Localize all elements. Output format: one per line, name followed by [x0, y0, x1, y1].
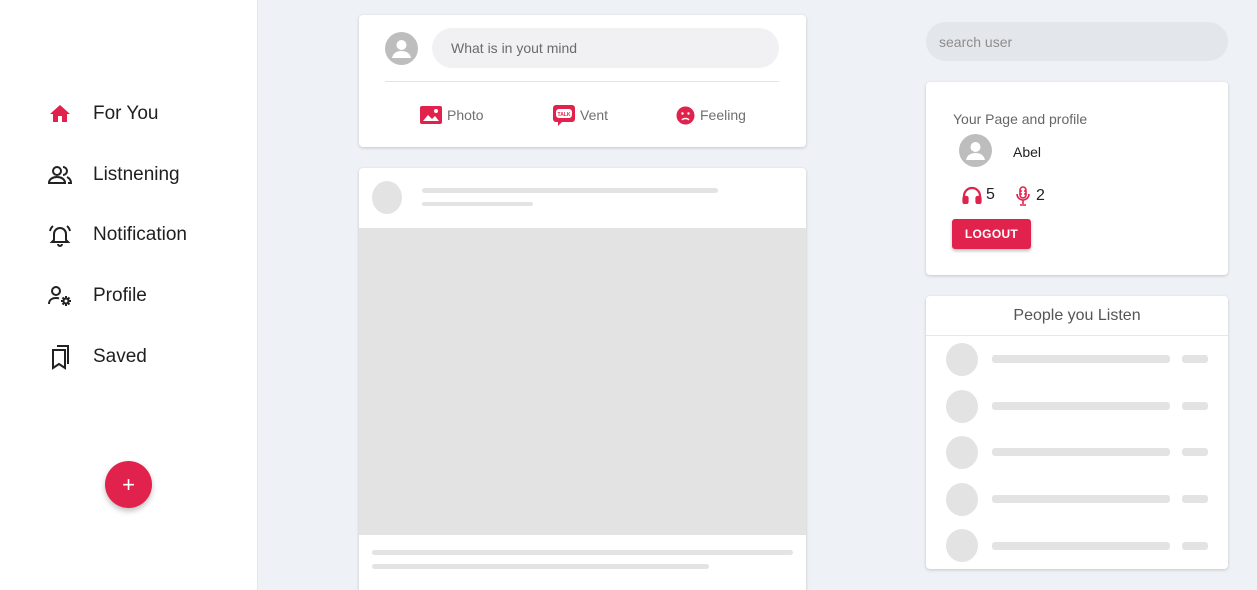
- profile-card: Your Page and profile Abel 5 2 LOGOUT: [926, 82, 1228, 275]
- skeleton-avatar: [372, 181, 402, 214]
- person-icon: [966, 142, 985, 160]
- post-input[interactable]: [432, 28, 779, 68]
- mic-stat: 2: [1014, 186, 1045, 206]
- skeleton-media: [359, 228, 806, 535]
- vent-button[interactable]: TALK Vent: [553, 104, 608, 126]
- sidebar-item-label: Notification: [93, 224, 187, 245]
- vent-label: Vent: [580, 107, 609, 123]
- feeling-button[interactable]: Feeling: [676, 104, 746, 126]
- skeleton-line: [992, 495, 1170, 503]
- bookmarks-icon: [46, 343, 74, 371]
- skeleton-line: [1182, 402, 1208, 410]
- skeleton-line: [992, 448, 1170, 456]
- skeleton-line: [1182, 355, 1208, 363]
- avatar[interactable]: [959, 134, 992, 167]
- sidebar-item-notification[interactable]: Notification: [46, 215, 187, 255]
- profile-name[interactable]: Abel: [1013, 144, 1041, 160]
- mic-count: 2: [1036, 187, 1045, 204]
- skeleton-line: [372, 550, 793, 555]
- talk-bubble-icon: TALK: [553, 104, 575, 126]
- feeling-label: Feeling: [700, 107, 746, 123]
- skeleton-line: [372, 564, 709, 569]
- microphone-icon: [1014, 186, 1032, 206]
- people-you-listen-title: People you Listen: [926, 296, 1228, 336]
- bell-icon: [46, 221, 74, 249]
- svg-text:TALK: TALK: [558, 112, 571, 118]
- person-gear-icon: [46, 282, 74, 310]
- search-user-input[interactable]: [926, 22, 1228, 61]
- skeleton-line: [992, 542, 1170, 550]
- sidebar-item-label: Profile: [93, 285, 147, 306]
- skeleton-avatar: [946, 483, 978, 516]
- headphones-icon: [962, 186, 982, 204]
- sidebar-item-for-you[interactable]: For You: [46, 94, 159, 134]
- listeners-stat: 5: [962, 186, 995, 204]
- person-icon: [392, 40, 411, 58]
- divider: [385, 81, 779, 82]
- sidebar-item-label: Listnening: [93, 164, 180, 185]
- skeleton-line: [1182, 495, 1208, 503]
- skeleton-line: [1182, 448, 1208, 456]
- post-loading-skeleton: [359, 168, 806, 590]
- sidebar-item-label: For You: [93, 103, 159, 124]
- skeleton-avatar: [946, 343, 978, 376]
- sidebar-item-profile[interactable]: Profile: [46, 276, 147, 316]
- people-you-listen-card: People you Listen: [926, 296, 1228, 569]
- skeleton-avatar: [946, 390, 978, 423]
- image-icon: [420, 106, 442, 124]
- skeleton-avatar: [946, 529, 978, 562]
- post-composer: Photo TALK Vent Feeling: [359, 15, 806, 147]
- sidebar-item-listnening[interactable]: Listnening: [46, 155, 180, 195]
- listeners-count: 5: [986, 186, 995, 203]
- create-post-button[interactable]: +: [105, 461, 152, 508]
- sidebar-item-label: Saved: [93, 346, 147, 367]
- skeleton-line: [422, 188, 718, 193]
- photo-button[interactable]: Photo: [420, 104, 484, 126]
- profile-card-title: Your Page and profile: [953, 111, 1088, 127]
- sad-face-icon: [676, 106, 695, 125]
- sidebar-item-saved[interactable]: Saved: [46, 337, 147, 377]
- skeleton-line: [422, 202, 533, 206]
- home-icon: [46, 100, 74, 128]
- avatar: [385, 32, 418, 65]
- sidebar: For You Listnening Notification Profile …: [0, 0, 258, 590]
- skeleton-line: [992, 355, 1170, 363]
- photo-label: Photo: [447, 107, 484, 123]
- skeleton-line: [1182, 542, 1208, 550]
- people-icon: [46, 161, 74, 189]
- logout-button[interactable]: LOGOUT: [952, 219, 1031, 249]
- skeleton-avatar: [946, 436, 978, 469]
- skeleton-line: [992, 402, 1170, 410]
